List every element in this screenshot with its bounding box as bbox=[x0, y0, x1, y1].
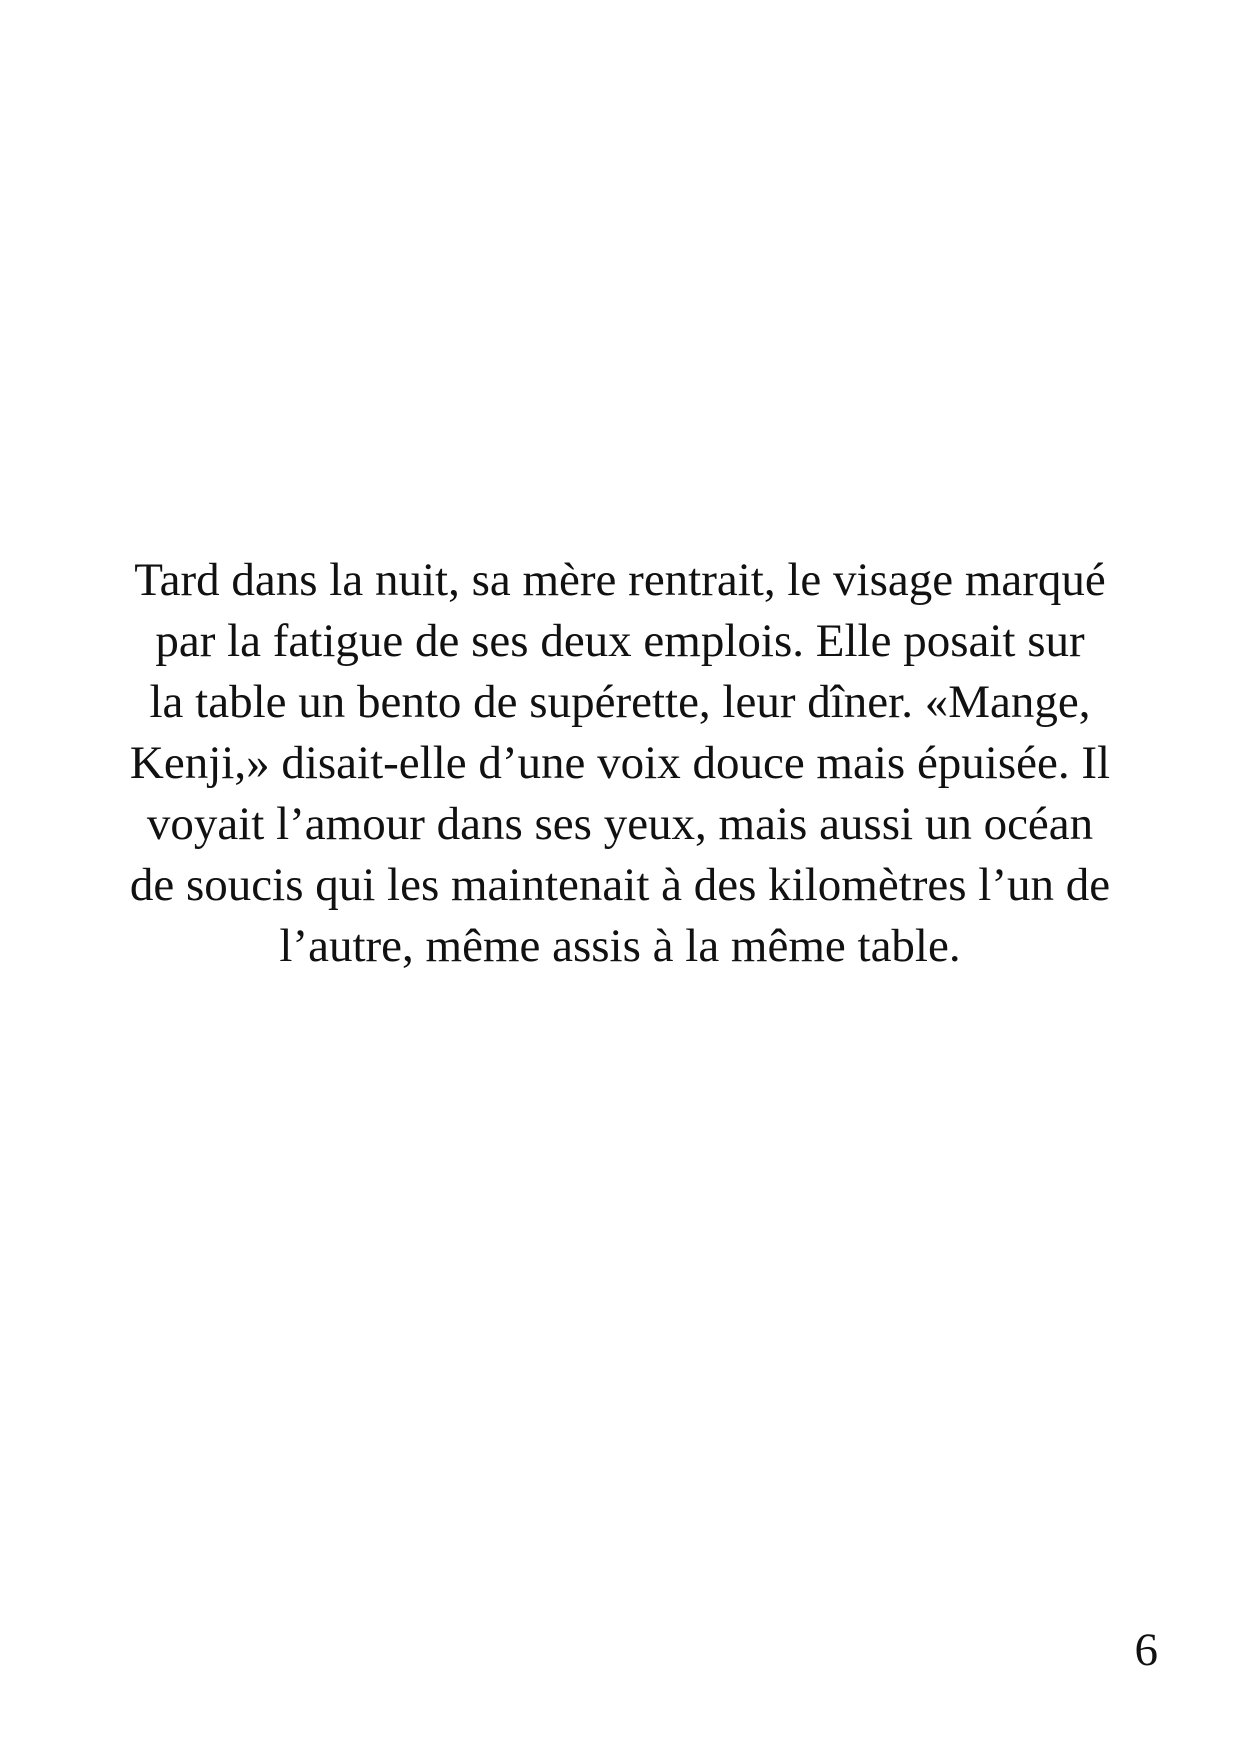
story-paragraph: Tard dans la nuit, sa mère rentrait, le … bbox=[60, 550, 1180, 977]
paragraph-line: la table un bento de supérette, leur dîn… bbox=[149, 676, 1091, 728]
paragraph-line: voyait l’amour dans ses yeux, mais aussi… bbox=[146, 798, 1094, 850]
page-number: 6 bbox=[1134, 1624, 1159, 1676]
document-page: Tard dans la nuit, sa mère rentrait, le … bbox=[0, 0, 1240, 1754]
paragraph-line: Tard dans la nuit, sa mère rentrait, le … bbox=[134, 554, 1106, 606]
paragraph-line: par la fatigue de ses deux emplois. Elle… bbox=[155, 615, 1085, 667]
paragraph-line: de soucis qui les maintenait à des kilom… bbox=[129, 859, 1111, 911]
paragraph-line: Kenji,» disait-elle d’une voix douce mai… bbox=[129, 737, 1111, 789]
paragraph-line: l’autre, même assis à la même table. bbox=[279, 920, 961, 972]
